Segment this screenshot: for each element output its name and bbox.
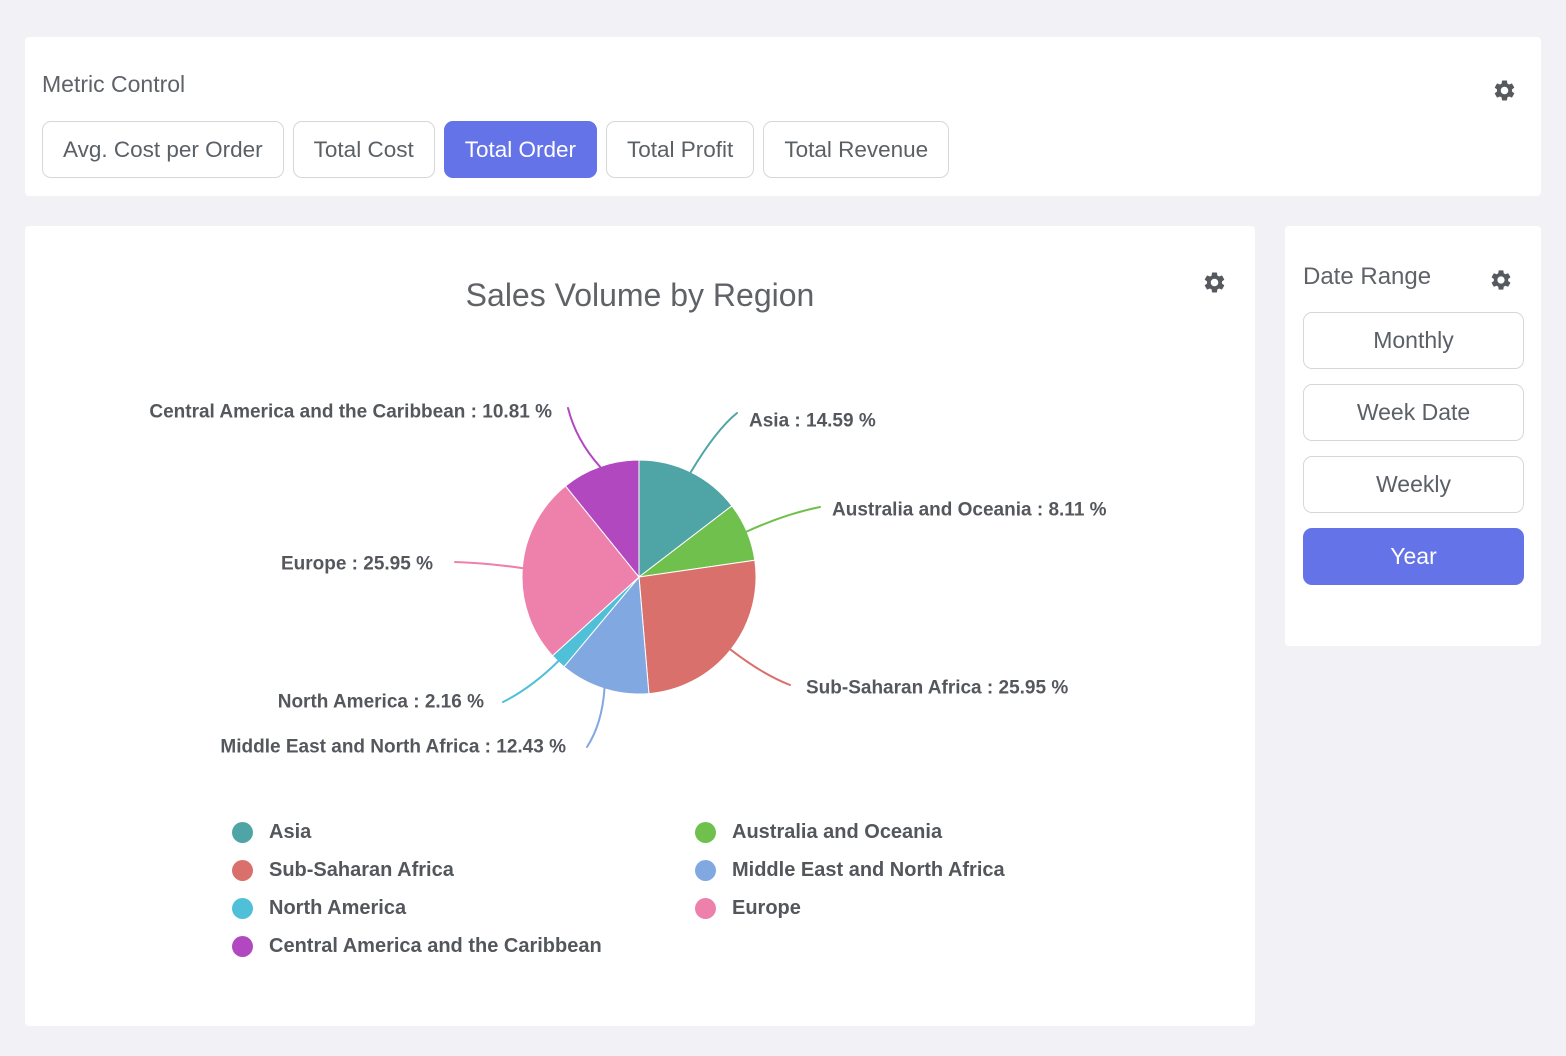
metric-button-avg-cost-per-order[interactable]: Avg. Cost per Order [42, 121, 284, 178]
pie-label-line-sub-saharan-africa [731, 650, 790, 685]
pie-label-north-america: North America : 2.16 % [278, 692, 484, 713]
pie-label-middle-east-and-north-africa: Middle East and North Africa : 12.43 % [220, 737, 566, 758]
metric-button-group: Avg. Cost per Order Total Cost Total Ord… [42, 121, 949, 178]
legend-item-australia-and-oceania[interactable]: Australia and Oceania [695, 822, 1005, 843]
pie-label-line-north-america [503, 662, 558, 703]
pie-label-asia: Asia : 14.59 % [749, 411, 876, 432]
metric-control-settings-button[interactable] [1491, 77, 1517, 103]
legend-label: Middle East and North Africa [732, 860, 1005, 881]
date-range-button-monthly[interactable]: Monthly [1303, 312, 1524, 369]
gear-icon [1492, 78, 1517, 103]
legend-label: Sub-Saharan Africa [269, 860, 454, 881]
pie-label-europe: Europe : 25.95 % [281, 554, 433, 575]
legend-label: Asia [269, 822, 311, 843]
pie-legend-column-1: Asia Sub-Saharan Africa North America Centr… [232, 822, 602, 957]
date-range-button-week-date[interactable]: Week Date [1303, 384, 1524, 441]
date-range-button-group: Monthly Week Date Weekly Year [1303, 312, 1524, 585]
metric-control-panel: Metric Control Avg. Cost per Order Total… [25, 37, 1541, 196]
legend-item-middle-east-and-north-africa[interactable]: Middle East and North Africa [695, 860, 1005, 881]
date-range-button-year[interactable]: Year [1303, 528, 1524, 585]
legend-item-sub-saharan-africa[interactable]: Sub-Saharan Africa [232, 860, 602, 881]
legend-swatch-icon [232, 936, 253, 957]
metric-button-total-cost[interactable]: Total Cost [293, 121, 435, 178]
legend-label: Central America and the Caribbean [269, 936, 602, 957]
pie-label-line-middle-east-and-north-africa [587, 689, 605, 748]
date-range-settings-button[interactable] [1488, 267, 1514, 293]
legend-swatch-icon [232, 860, 253, 881]
pie-label-line-asia [691, 413, 737, 472]
pie-label-australia-and-oceania: Australia and Oceania : 8.11 % [832, 500, 1107, 521]
pie-label-central-america-and-the-caribbean: Central America and the Caribbean : 10.8… [149, 402, 552, 423]
metric-button-total-profit[interactable]: Total Profit [606, 121, 754, 178]
legend-swatch-icon [232, 822, 253, 843]
legend-swatch-icon [695, 898, 716, 919]
legend-swatch-icon [232, 898, 253, 919]
legend-item-central-america-and-the-caribbean[interactable]: Central America and the Caribbean [232, 936, 602, 957]
legend-label: Australia and Oceania [732, 822, 942, 843]
pie-legend-column-2: Australia and Oceania Middle East and Nor… [695, 822, 1005, 919]
legend-item-europe[interactable]: Europe [695, 898, 1005, 919]
pie-label-line-europe [455, 562, 522, 568]
gear-icon [1489, 268, 1513, 292]
metric-button-total-revenue[interactable]: Total Revenue [763, 121, 949, 178]
pie-label-line-australia-and-oceania [747, 507, 820, 532]
legend-label: North America [269, 898, 406, 919]
pie-label-sub-saharan-africa: Sub-Saharan Africa : 25.95 % [806, 678, 1068, 699]
metric-control-title: Metric Control [42, 71, 185, 97]
legend-swatch-icon [695, 822, 716, 843]
legend-label: Europe [732, 898, 801, 919]
date-range-button-weekly[interactable]: Weekly [1303, 456, 1524, 513]
pie-chart: Asia : 14.59 % Australia and Oceania : 8.… [25, 226, 1255, 786]
pie-label-line-central-america-and-the-caribbean [568, 408, 600, 467]
legend-item-asia[interactable]: Asia [232, 822, 602, 843]
date-range-title: Date Range [1303, 263, 1431, 291]
metric-button-total-order[interactable]: Total Order [444, 121, 597, 178]
sales-volume-chart-panel: Sales Volume by Region Asia : 14.59 %Aus… [25, 226, 1255, 1026]
pie-slice-sub-saharan-africa[interactable] [639, 560, 756, 693]
legend-item-north-america[interactable]: North America [232, 898, 602, 919]
date-range-panel: Date Range Monthly Week Date Weekly Year [1285, 226, 1541, 646]
legend-swatch-icon [695, 860, 716, 881]
